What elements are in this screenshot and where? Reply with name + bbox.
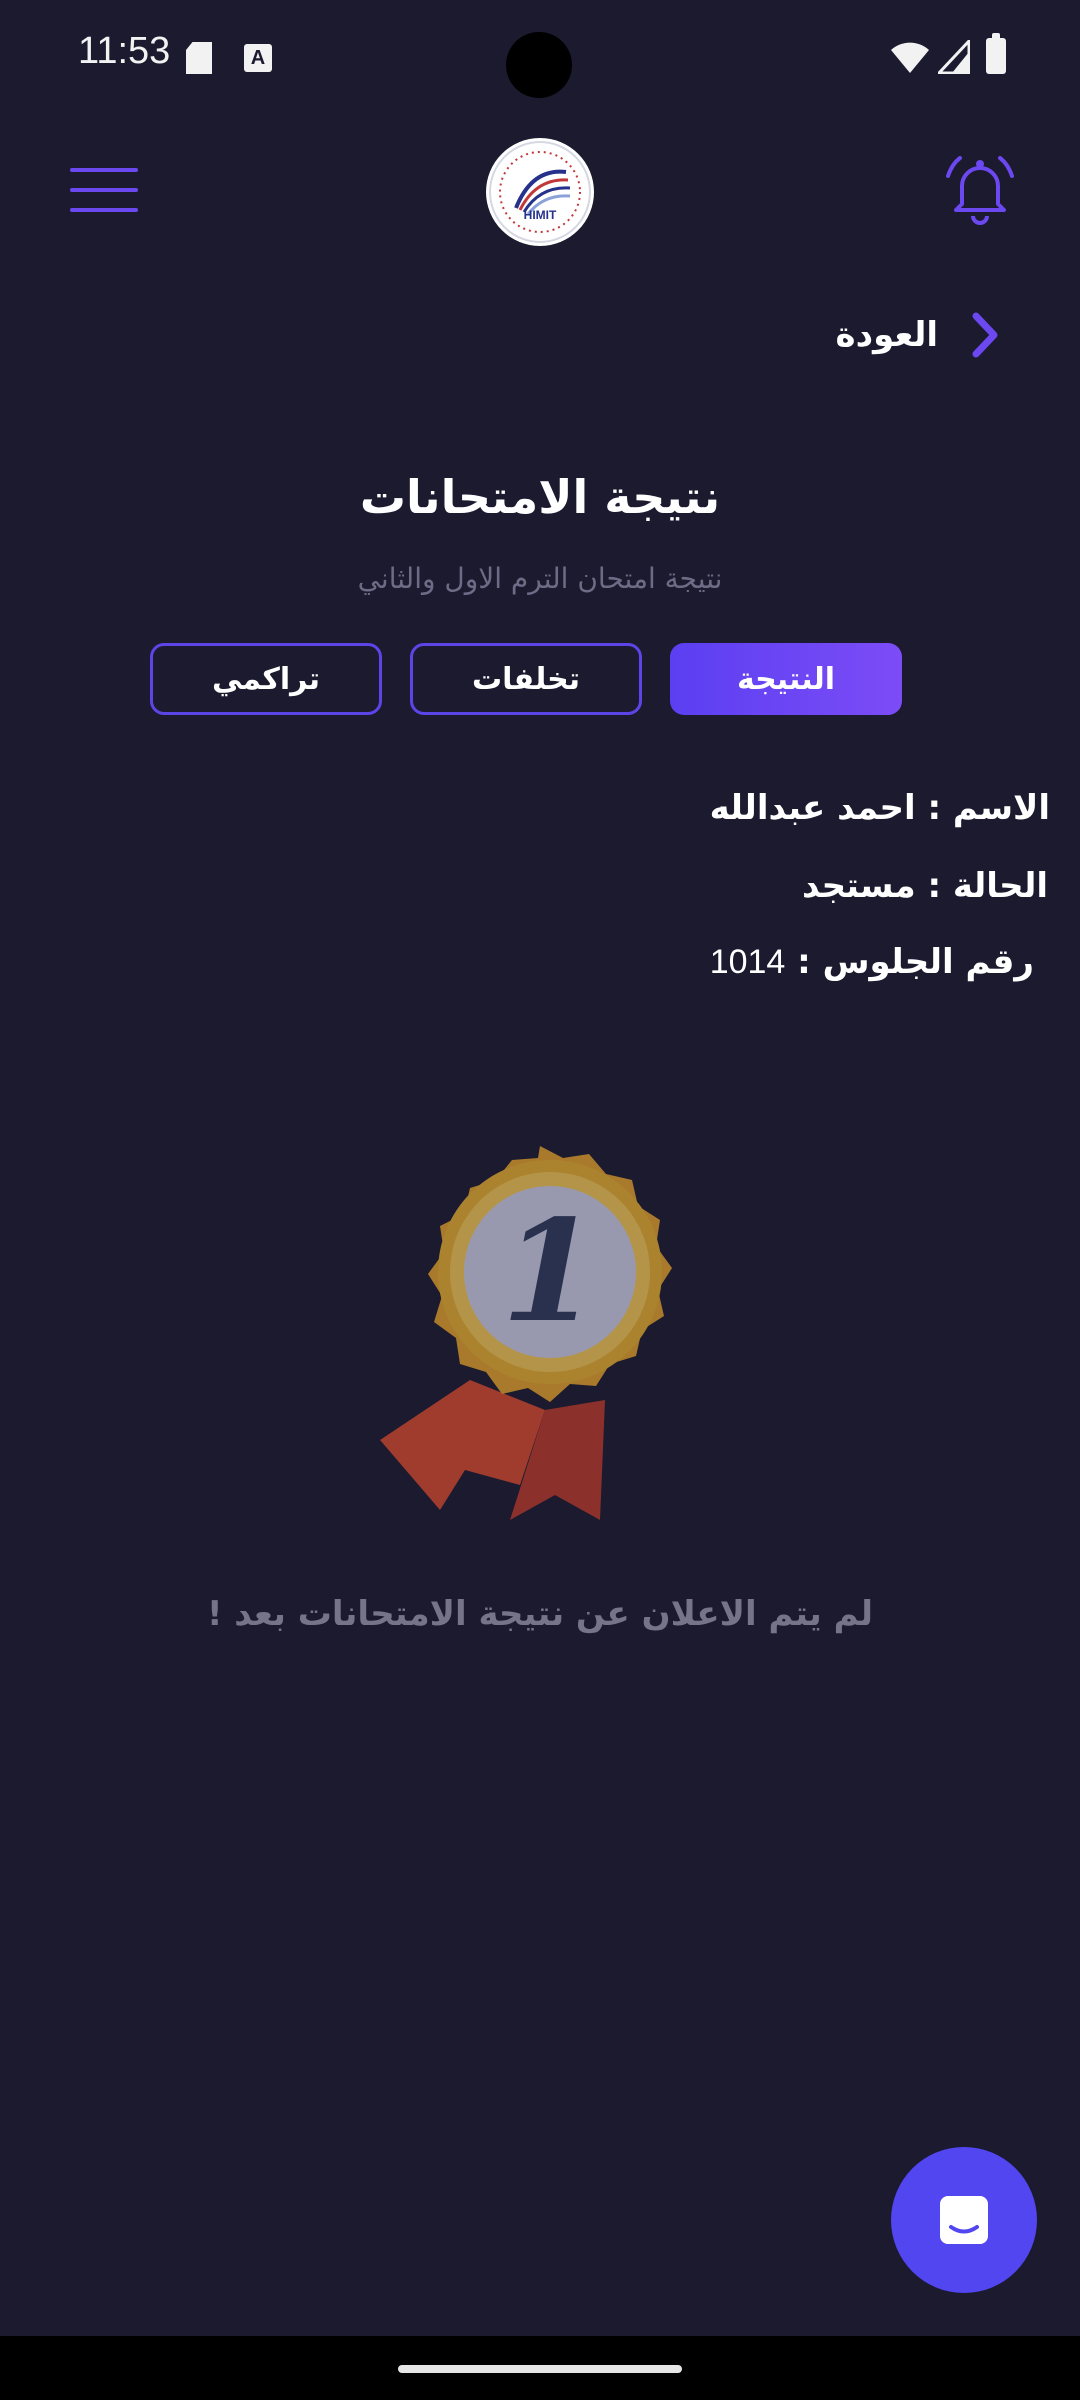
status-time: 11:53 (78, 30, 171, 72)
student-name-row: الاسم : احمد عبدالله (0, 788, 1080, 828)
student-status-label: الحالة : (915, 866, 1048, 906)
back-label: العودة (835, 315, 938, 355)
hamburger-menu-icon[interactable] (70, 168, 140, 216)
logo-text: HIMIT (523, 208, 557, 222)
wifi-icon (891, 42, 929, 73)
medal-number: 1 (501, 1190, 598, 1354)
back-button[interactable]: العودة (836, 310, 1004, 360)
student-name-label: الاسم : (915, 788, 1050, 828)
battery-icon (986, 33, 1006, 74)
medal-icon: 1 (380, 1146, 672, 1520)
app-logo: HIMIT (486, 138, 594, 246)
chat-fab-button[interactable] (891, 2147, 1037, 2293)
cell-signal-icon (938, 40, 970, 74)
home-gesture-handle[interactable] (398, 2365, 682, 2373)
student-status-value: مستجد (801, 866, 916, 906)
tab-result[interactable]: النتيجة (670, 643, 902, 715)
seat-number-label: رقم الجلوس : (785, 942, 1034, 982)
logo-emblem-icon (489, 141, 591, 243)
page-subtitle: نتيجة امتحان الترم الاول والثاني (357, 562, 723, 595)
a-notification-icon: A (244, 44, 272, 72)
empty-results-message: لم يتم الاعلان عن نتيجة الامتحانات بعد ! (206, 1594, 874, 1634)
page-title: نتيجة الامتحانات (359, 470, 721, 524)
student-status-row: الحالة : مستجد (0, 866, 1080, 906)
tab-failed-subjects[interactable]: تخلفات (410, 643, 642, 715)
student-name-value: احمد عبدالله (709, 788, 916, 828)
chat-icon (940, 2196, 988, 2244)
tab-cumulative[interactable]: تراكمي (150, 643, 382, 715)
seat-number-row: رقم الجلوس : 1014 (0, 942, 1080, 982)
notification-bell-icon[interactable] (944, 152, 1016, 230)
chevron-right-icon (972, 312, 998, 358)
sd-card-icon (186, 42, 212, 74)
seat-number-value: 1014 (709, 943, 786, 981)
status-bar: 11:53 A (0, 0, 1080, 120)
camera-cutout (506, 32, 572, 98)
